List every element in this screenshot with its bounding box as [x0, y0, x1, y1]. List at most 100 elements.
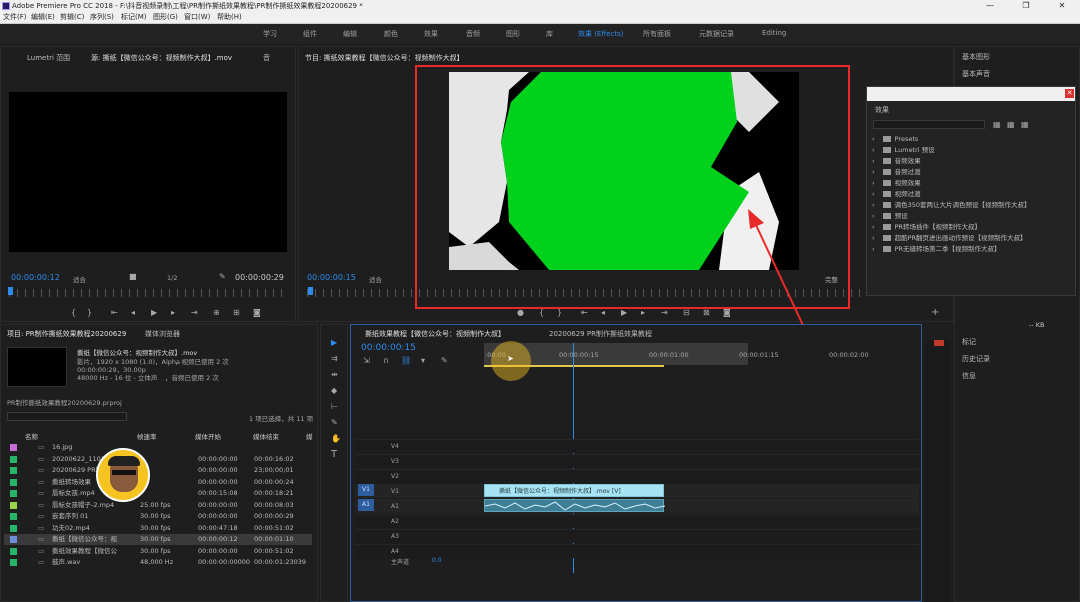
menu-clip[interactable]: 剪辑(C)	[60, 12, 84, 23]
go-to-in-icon[interactable]: ⇤	[581, 309, 588, 317]
source-timecode-in[interactable]: 00:00:00:12	[11, 273, 60, 282]
table-row[interactable]: ▭ 唇标女孩帽子-2.mp4 25.00 fps 00:00:00:00 00:00:0…	[4, 500, 312, 511]
source-patch-a1[interactable]: A1	[358, 499, 374, 511]
label-color-swatch[interactable]	[10, 467, 17, 474]
workspace-assembly[interactable]: 组件	[303, 29, 317, 39]
32bit-effects-icon[interactable]: ▦	[1007, 121, 1015, 129]
label-color-swatch[interactable]	[10, 547, 17, 555]
effects-close-icon[interactable]: ✕	[1065, 89, 1074, 98]
program-timecode-in[interactable]: 00:00:00:15	[307, 273, 356, 282]
table-row[interactable]: ▭ 撕纸效果教程【微信公 30.00 fps 00:00:00:00 00:00:51:…	[4, 546, 312, 557]
tab-sequence-second[interactable]: 20200629 PR制作撕纸效果教程	[549, 329, 652, 339]
add-button-icon[interactable]: +	[931, 308, 939, 318]
go-to-out-icon[interactable]: ⇥	[661, 309, 668, 317]
workspace-metadata[interactable]: 元数据记录	[699, 29, 734, 39]
panel-info[interactable]: 信息	[962, 371, 976, 381]
table-row[interactable]: ▭ 功夫02.mp4 30.00 fps 00:00:47:18 00:00:51:02	[4, 523, 312, 534]
slip-tool-icon[interactable]: ⊢	[331, 403, 338, 411]
label-color-swatch[interactable]	[10, 478, 17, 486]
tab-lumetri-scopes[interactable]: Lumetri 范围	[27, 53, 70, 63]
table-row[interactable]: ▭ 16.jpg	[4, 442, 312, 453]
tab-audio-clip-mixer[interactable]: 音	[263, 53, 270, 63]
mark-in-icon[interactable]: {	[71, 309, 76, 317]
minimize-button[interactable]: —	[972, 0, 1008, 12]
razor-tool-icon[interactable]: ◆	[331, 387, 337, 395]
label-color-swatch[interactable]	[10, 559, 17, 566]
tab-project[interactable]: 项目: PR制作撕纸效果教程20200629	[7, 329, 126, 339]
extract-icon[interactable]: ⊠	[703, 309, 710, 317]
maximize-button[interactable]: ❐	[1008, 0, 1044, 12]
label-color-swatch[interactable]	[10, 501, 17, 509]
lift-icon[interactable]: ⊟	[683, 309, 690, 317]
audio-clip[interactable]	[484, 499, 666, 512]
label-color-swatch[interactable]	[10, 513, 17, 520]
label-color-swatch[interactable]	[10, 524, 17, 532]
yuv-effects-icon[interactable]: ▦	[1021, 121, 1029, 129]
linked-selection-icon[interactable]: ⛓	[401, 357, 411, 365]
workspace-editing[interactable]: 编辑	[343, 29, 357, 39]
table-row[interactable]: ▭ 20200622_110129.mp 00:00:00:00 00:00:16:0…	[4, 454, 312, 465]
menu-window[interactable]: 窗口(W)	[184, 12, 210, 23]
play-icon[interactable]: ▶	[621, 309, 627, 317]
table-row[interactable]: ▭ 撕纸转场效果 00:00:00:00 00:00:00:24	[4, 477, 312, 488]
project-search-input[interactable]	[7, 412, 127, 421]
menu-marker[interactable]: 标记(M)	[121, 12, 147, 23]
table-row[interactable]: ▭ 撕纸【微信公众号：视 30.00 fps 00:00:00:12 00:00:01:…	[4, 534, 312, 545]
ripple-edit-icon[interactable]: ⇹	[331, 371, 338, 379]
type-tool-icon[interactable]: T	[331, 450, 337, 460]
step-forward-icon[interactable]: ▸	[641, 309, 645, 317]
workspace-learn[interactable]: 学习	[263, 29, 277, 39]
label-color-swatch[interactable]	[10, 444, 17, 451]
col-name[interactable]: 名称	[25, 431, 38, 441]
source-patch-v1[interactable]: V1	[358, 484, 374, 496]
panel-markers[interactable]: 标记	[962, 337, 976, 347]
close-button[interactable]: ✕	[1044, 0, 1080, 12]
col-media[interactable]: 媒	[306, 431, 313, 441]
table-row[interactable]: ▭ 20200629 PR制 00:00:00:00 23;00;00;01	[4, 465, 312, 476]
workspace-graphics[interactable]: 图形	[506, 29, 520, 39]
add-marker-icon[interactable]: ▾	[421, 357, 425, 365]
export-frame-icon[interactable]: ◙	[723, 309, 731, 317]
effects-item[interactable]: › 音频效果	[872, 156, 1062, 167]
effects-item[interactable]: › 音频过渡	[872, 167, 1062, 178]
master-volume[interactable]: 0.0	[432, 557, 442, 564]
marker-icon[interactable]: ●	[517, 309, 524, 317]
go-to-in-icon[interactable]: ⇤	[111, 309, 118, 317]
step-back-icon[interactable]: ◂	[131, 309, 135, 317]
menu-file[interactable]: 文件(F)	[3, 12, 27, 23]
accelerated-effects-icon[interactable]: ▦	[993, 121, 1001, 129]
program-playhead[interactable]	[308, 287, 313, 295]
table-row[interactable]: ▭ 鼓声.wav 48,000 Hz 00:00:00:00000 00:00:01:2…	[4, 557, 312, 568]
stop-icon[interactable]: ■	[129, 273, 137, 281]
step-forward-icon[interactable]: ▸	[171, 309, 175, 317]
workspace-effects[interactable]: 效果	[424, 29, 438, 39]
tab-source[interactable]: 源: 撕纸【微信公众号：视频制作大叔】.mov	[91, 53, 232, 63]
workspace-color[interactable]: 颜色	[384, 29, 398, 39]
menu-graphics[interactable]: 图形(G)	[153, 12, 178, 23]
tab-media-browser[interactable]: 媒体浏览器	[145, 329, 180, 339]
overwrite-icon[interactable]: ⊞	[233, 309, 240, 317]
effects-item[interactable]: › 视频效果	[872, 178, 1062, 189]
menu-sequence[interactable]: 序列(S)	[90, 12, 114, 23]
wrench-icon[interactable]: ✎	[219, 273, 226, 281]
track-select-icon[interactable]: ⇉	[331, 355, 338, 363]
step-back-icon[interactable]: ◂	[601, 309, 605, 317]
label-color-swatch[interactable]	[10, 490, 17, 497]
col-media-start[interactable]: 媒体开始	[195, 431, 221, 441]
mark-out-icon[interactable]: }	[557, 309, 562, 317]
effects-item[interactable]: › Presets	[872, 134, 1062, 145]
effects-search-input[interactable]	[873, 120, 985, 129]
menu-edit[interactable]: 编辑(E)	[31, 12, 55, 23]
label-color-swatch[interactable]	[10, 455, 17, 463]
source-playhead[interactable]	[8, 287, 13, 295]
col-fps[interactable]: 帧速率	[137, 431, 157, 441]
tab-program[interactable]: 节目: 撕纸效果教程【微信公众号：视频制作大叔】	[305, 53, 464, 63]
workspace-all-panels[interactable]: 所有面板	[643, 29, 671, 39]
snap-icon[interactable]: ∩	[383, 357, 389, 365]
insert-icon[interactable]: ⊕	[213, 309, 220, 317]
label-color-swatch[interactable]	[10, 536, 17, 543]
panel-history[interactable]: 历史记录	[962, 354, 990, 364]
table-row[interactable]: ▭ 嵌套序列 01 30.00 fps 00:00:00:00 00:00:00:29	[4, 511, 312, 522]
panel-essential-graphics[interactable]: 基本图形	[962, 52, 990, 62]
selection-tool-icon[interactable]: ▶	[331, 339, 337, 347]
